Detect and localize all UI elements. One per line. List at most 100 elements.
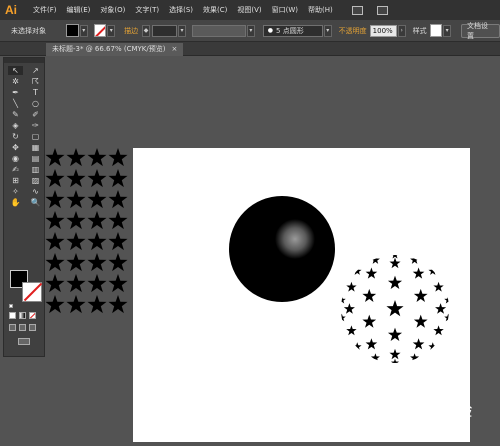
- fill-stroke-controls: [8, 270, 44, 310]
- selection-tool-icon[interactable]: ↖: [8, 66, 23, 75]
- stroke-swatch[interactable]: [93, 24, 107, 37]
- none-mode-icon[interactable]: [29, 312, 36, 319]
- baidu-watermark: Bai ✿ du 经验 jingyan.baidu.com: [355, 396, 500, 442]
- magic-wand-tool-icon[interactable]: ✲: [8, 77, 23, 86]
- document-tab[interactable]: 未标题-3* @ 66.67% (CMYK/预览) ×: [46, 43, 184, 56]
- pattern-star: [108, 295, 128, 314]
- stroke-label[interactable]: 描边: [121, 26, 141, 36]
- pattern-star: [87, 169, 107, 188]
- paw-icon: ✿: [391, 398, 407, 419]
- star-pattern[interactable]: [45, 148, 128, 314]
- variable-width-field[interactable]: [191, 24, 246, 37]
- shape-builder-tool-icon[interactable]: ◉: [8, 154, 23, 163]
- menu-edit[interactable]: 编辑(E): [62, 0, 96, 20]
- pattern-star: [87, 295, 107, 314]
- draw-mode-buttons: [9, 324, 36, 331]
- pattern-star: [108, 253, 128, 272]
- pattern-star: [45, 253, 65, 272]
- eyedropper-tool-icon[interactable]: ⊞: [8, 176, 23, 185]
- opacity-field[interactable]: 100%: [369, 24, 397, 37]
- fill-swatch[interactable]: [66, 24, 79, 37]
- hand-tool-icon[interactable]: ✋: [8, 198, 23, 207]
- type-tool-icon[interactable]: T: [28, 88, 43, 97]
- document-setup-button[interactable]: 文档设置: [461, 22, 500, 40]
- mesh-tool-icon[interactable]: ✍: [8, 165, 23, 174]
- menu-type[interactable]: 文字(T): [130, 0, 164, 20]
- app-logo: Ai: [0, 0, 22, 20]
- brush-value: 5 点圆形: [276, 26, 304, 35]
- menu-file[interactable]: 文件(F): [28, 0, 62, 20]
- line-tool-icon[interactable]: ╲: [8, 99, 23, 108]
- fill-dropdown[interactable]: ▾: [79, 24, 88, 37]
- pattern-star: [87, 274, 107, 293]
- menu-view[interactable]: 视图(V): [232, 0, 266, 20]
- ellipse-tool-icon[interactable]: ○: [28, 99, 43, 108]
- color-mode-icon[interactable]: [9, 312, 16, 319]
- pattern-star: [108, 148, 128, 167]
- bridge-icon[interactable]: [351, 5, 363, 15]
- opacity-arrow[interactable]: ›: [397, 24, 406, 37]
- stroke-weight-stepper[interactable]: ◆: [142, 24, 150, 37]
- blend-tool-icon[interactable]: ▨: [28, 176, 43, 185]
- document-tab-title: 未标题-3* @ 66.67% (CMYK/预览): [52, 45, 166, 53]
- stroke-weight-dropdown[interactable]: ▾: [178, 24, 186, 37]
- pattern-star: [87, 190, 107, 209]
- menu-object[interactable]: 对象(O): [95, 0, 130, 20]
- column-graph-tool-icon[interactable]: ∿: [28, 187, 43, 196]
- control-bar: 未选择对象 ▾ ▾ 描边 ◆ ▾ ▾ ● 5 点圆形 ▾ 不透明度 100% ›…: [0, 20, 500, 42]
- default-colors-icon[interactable]: [9, 304, 13, 308]
- menu-effect[interactable]: 效果(C): [198, 0, 232, 20]
- menu-select[interactable]: 选择(S): [164, 0, 198, 20]
- pattern-star: [108, 232, 128, 251]
- pattern-star: [45, 232, 65, 251]
- pattern-star: [66, 211, 86, 230]
- style-label: 样式: [412, 26, 427, 35]
- gradient-highlight: [275, 219, 315, 259]
- lasso-tool-icon[interactable]: ☈: [28, 77, 43, 86]
- graphic-style-dropdown[interactable]: ▾: [443, 24, 452, 37]
- selection-status: 未选择对象: [11, 26, 46, 35]
- gradient-mode-icon[interactable]: [19, 312, 26, 319]
- opacity-label[interactable]: 不透明度: [336, 26, 370, 36]
- brush-definition-field[interactable]: ● 5 点圆形: [262, 24, 323, 37]
- menu-window[interactable]: 窗口(W): [267, 0, 303, 20]
- pattern-star: [108, 211, 128, 230]
- draw-inside-icon[interactable]: [29, 324, 36, 331]
- pattern-star: [66, 274, 86, 293]
- direct-selection-tool-icon[interactable]: ↗: [28, 66, 43, 75]
- scale-tool-icon[interactable]: ▢: [28, 132, 43, 141]
- paintbrush-tool-icon[interactable]: ✎: [8, 110, 23, 119]
- stroke-color-box[interactable]: [22, 282, 42, 302]
- screen-mode-icon[interactable]: [18, 338, 30, 345]
- document-tab-strip: 未标题-3* @ 66.67% (CMYK/预览) ×: [0, 42, 500, 56]
- pattern-star: [45, 274, 65, 293]
- variable-width-dropdown[interactable]: ▾: [247, 24, 255, 37]
- watermark-brand-suffix: du: [408, 396, 436, 421]
- blob-brush-tool-icon[interactable]: ◈: [8, 121, 23, 130]
- draw-behind-icon[interactable]: [19, 324, 26, 331]
- symbol-sprayer-tool-icon[interactable]: ✧: [8, 187, 23, 196]
- draw-normal-icon[interactable]: [9, 324, 16, 331]
- stroke-weight-field[interactable]: [151, 24, 178, 37]
- menu-help[interactable]: 帮助(H): [303, 0, 338, 20]
- pen-tool-icon[interactable]: ✒: [8, 88, 23, 97]
- zoom-tool-icon[interactable]: 🔍: [28, 198, 43, 207]
- stroke-dropdown[interactable]: ▾: [107, 24, 116, 37]
- rotate-tool-icon[interactable]: ↻: [8, 132, 23, 141]
- canvas-area[interactable]: [0, 56, 500, 446]
- free-transform-tool-icon[interactable]: ▦: [28, 143, 43, 152]
- pencil-tool-icon[interactable]: ✐: [28, 110, 43, 119]
- brush-dropdown[interactable]: ▾: [323, 24, 332, 37]
- graphic-style-swatch[interactable]: [429, 24, 443, 37]
- pattern-star: [66, 169, 86, 188]
- eraser-tool-icon[interactable]: ✑: [28, 121, 43, 130]
- close-tab-icon[interactable]: ×: [171, 43, 177, 56]
- arrange-documents-icon[interactable]: [376, 5, 388, 15]
- pattern-star: [108, 190, 128, 209]
- width-tool-icon[interactable]: ✥: [8, 143, 23, 152]
- watermark-sub: 经验: [440, 403, 473, 420]
- gradient-tool-icon[interactable]: ▥: [28, 165, 43, 174]
- pattern-star: [66, 295, 86, 314]
- perspective-grid-tool-icon[interactable]: ▤: [28, 154, 43, 163]
- pattern-star: [45, 190, 65, 209]
